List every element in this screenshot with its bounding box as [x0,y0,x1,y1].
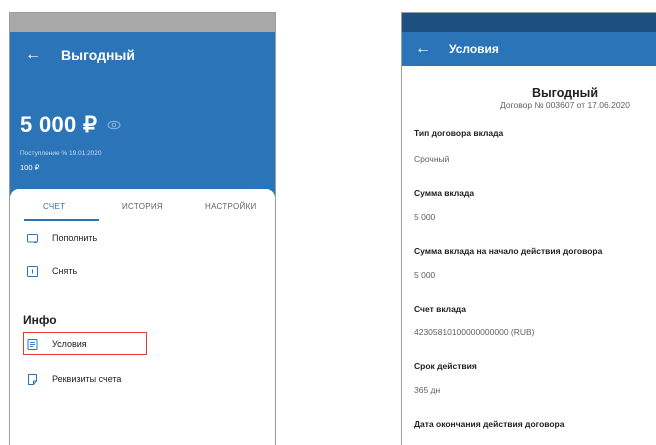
field-label-initial-amount: Сумма вклада на начало действия договора [414,246,603,256]
balance-amount: 5 000 ₽ [20,112,98,137]
back-arrow-icon[interactable]: ← [24,46,42,64]
tab-settings[interactable]: НАСТРОЙКИ [187,201,275,231]
field-value-amount: 5 000 [414,212,436,222]
field-value-account: 42305810100000000000 (RUB) [414,327,535,337]
app-bar: ← Выгодный [10,32,275,78]
terms-item[interactable]: Условия [27,336,87,352]
requisites-item-label: Реквизиты счета [52,374,122,384]
field-label-amount: Сумма вклада [414,188,475,198]
field-label-type: Тип договора вклада [414,128,504,138]
info-section-title: Инфо [23,313,57,327]
field-value-type: Срочный [414,154,450,164]
withdraw-icon [27,265,38,277]
balance-row: 5 000 ₽ [20,112,121,138]
withdraw-action-label: Снять [52,266,78,276]
income-value: 100 ₽ [20,163,40,172]
deposit-action[interactable]: Пополнить [27,230,97,246]
terms-item-label: Условия [52,339,87,349]
status-bar [10,13,275,32]
page-title: Условия [449,42,499,56]
deposit-header: ← Выгодный 5 000 ₽ Поступление % 19.01.2… [10,32,275,212]
field-label-end-date: Дата окончания действия договора [414,419,565,429]
field-value-initial-amount: 5 000 [414,270,436,280]
active-tab-indicator [24,219,99,221]
field-label-term: Срок действия [414,361,477,371]
field-value-term: 365 дн [414,385,441,395]
document-icon [27,338,38,350]
terms-screen: ← Условия Выгодный Договор № 003607 от 1… [401,12,656,445]
tab-history[interactable]: ИСТОРИЯ [98,201,186,231]
deposit-name: Выгодный [531,86,599,100]
withdraw-action[interactable]: Снять [27,263,77,279]
tab-account[interactable]: СЧЕТ [10,201,98,231]
account-panel: СЧЕТ ИСТОРИЯ НАСТРОЙКИ Пополнить Снять И… [10,189,275,445]
document-fold-icon [28,373,37,385]
back-arrow-icon[interactable]: ← [414,40,432,58]
tab-bar: СЧЕТ ИСТОРИЯ НАСТРОЙКИ [10,201,275,231]
contract-number: Договор № 003607 от 17.06.2020 [500,100,630,110]
eye-icon[interactable] [107,120,121,130]
status-bar [402,13,656,32]
income-label: Поступление % 19.01.2020 [20,150,102,157]
requisites-item[interactable]: Реквизиты счета [27,371,121,387]
deposit-screen: ← Выгодный 5 000 ₽ Поступление % 19.01.2… [9,12,276,445]
deposit-card-icon [27,233,38,243]
app-bar: ← Условия [402,32,656,66]
deposit-action-label: Пополнить [52,233,98,243]
page-title: Выгодный [61,47,135,63]
field-label-account: Счет вклада [414,304,466,314]
